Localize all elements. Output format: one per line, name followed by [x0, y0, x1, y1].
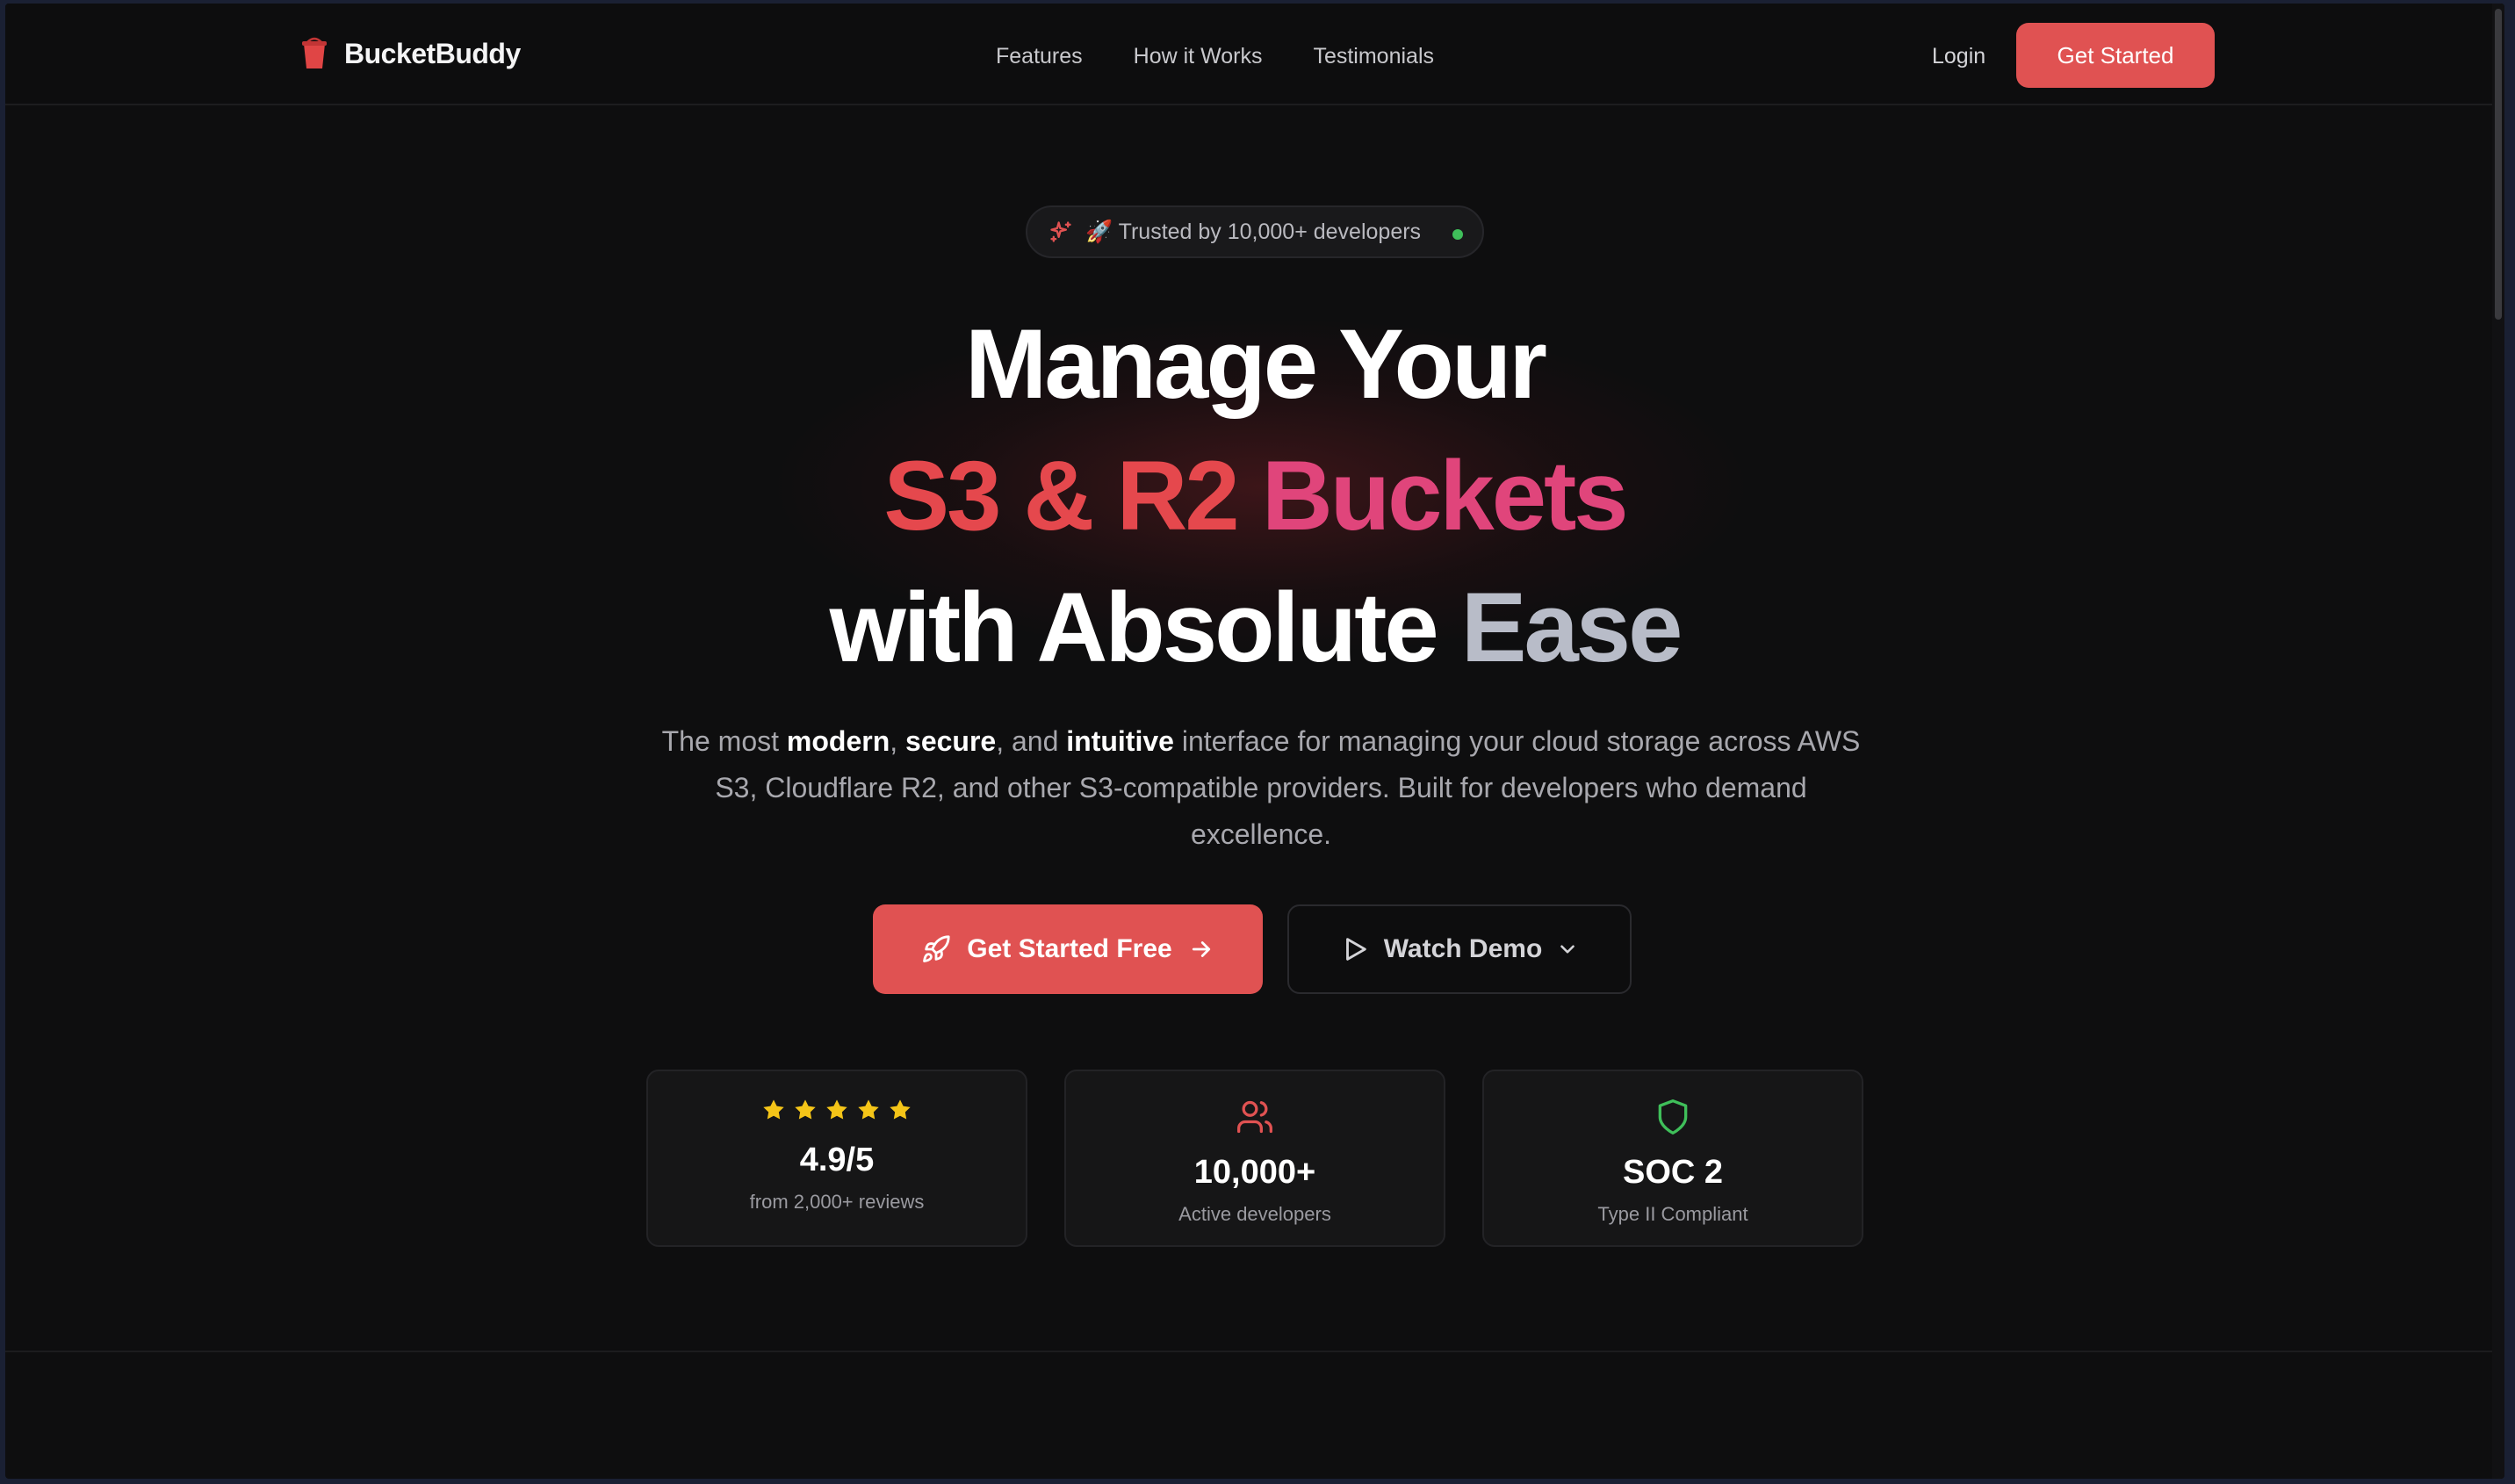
sparkles-icon — [1050, 221, 1071, 242]
stat-card-developers: 10,000+ Active developers — [1064, 1070, 1445, 1247]
star-icon — [890, 1099, 911, 1120]
hero-title-with-absolute: with Absolute — [829, 573, 1461, 682]
stat-label: Type II Compliant — [1597, 1203, 1748, 1225]
shield-icon — [1658, 1099, 1688, 1135]
get-started-button[interactable]: Get Started — [2016, 23, 2215, 88]
watch-demo-label: Watch Demo — [1383, 934, 1543, 963]
stat-icon-wrap — [1066, 1098, 1444, 1136]
stat-value: SOC 2 — [1622, 1154, 1724, 1191]
star-icon — [858, 1099, 879, 1120]
hero-title-line-2: S3 & R2 Buckets — [5, 439, 2504, 552]
stat-card-rating: 4.9/5 from 2,000+ reviews — [646, 1070, 1027, 1247]
trust-badge: 🚀 Trusted by 10,000+ developers — [1026, 205, 1484, 258]
subtitle-emphasis: secure — [905, 725, 997, 757]
page: BucketBuddy Features How it Works Testim… — [5, 4, 2504, 1479]
brand-name: BucketBuddy — [344, 37, 521, 69]
play-icon — [1345, 938, 1366, 961]
section-divider — [5, 1351, 2504, 1352]
brand[interactable]: BucketBuddy — [300, 37, 521, 70]
get-started-free-label: Get Started Free — [967, 934, 1172, 963]
star-icon — [763, 1099, 784, 1120]
nav-links: Features How it Works Testimonials — [996, 44, 1434, 69]
hero-title-buckets: Buckets — [1261, 441, 1629, 551]
stat-label: Active developers — [1178, 1203, 1331, 1225]
hero-title-s3-r2: S3 & R2 — [883, 441, 1262, 551]
subtitle-text: , — [890, 725, 906, 757]
rocket-icon — [923, 935, 950, 962]
rating-stars — [648, 1098, 1026, 1122]
scrollbar[interactable] — [2492, 4, 2504, 1479]
stat-value: 4.9/5 — [799, 1142, 875, 1178]
subtitle-text: The most — [661, 725, 787, 757]
users-icon — [1237, 1100, 1272, 1134]
bucket-logo-icon — [302, 37, 327, 68]
hero-title-line-1: Manage Your — [965, 309, 1547, 419]
nav-link-features[interactable]: Features — [996, 44, 1083, 69]
nav-link-testimonials[interactable]: Testimonials — [1313, 44, 1434, 69]
chevron-down-icon — [1560, 945, 1575, 954]
subtitle-text: , and — [996, 725, 1067, 757]
nav-link-how-it-works[interactable]: How it Works — [1134, 44, 1263, 69]
arrow-right-icon — [1192, 941, 1210, 957]
status-dot — [1452, 229, 1463, 240]
get-started-free-button[interactable]: Get Started Free — [873, 904, 1263, 994]
stat-card-compliance: SOC 2 Type II Compliant — [1482, 1070, 1863, 1247]
hero-subtitle: The most modern, secure, and intuitive i… — [646, 718, 1876, 858]
stat-value: 10,000+ — [1193, 1154, 1316, 1191]
star-icon — [795, 1099, 816, 1120]
stat-icon-wrap — [1484, 1098, 1862, 1136]
hero-title-line-3: with Absolute Ease — [5, 571, 2504, 684]
login-link[interactable]: Login — [1932, 44, 1985, 69]
badge-text: 🚀 Trusted by 10,000+ developers — [1085, 219, 1422, 244]
top-nav: BucketBuddy Features How it Works Testim… — [5, 4, 2504, 105]
watch-demo-button[interactable]: Watch Demo — [1287, 904, 1632, 994]
star-icon — [826, 1099, 847, 1120]
hero-title-ease: Ease — [1460, 573, 1683, 682]
scrollbar-thumb[interactable] — [2495, 9, 2502, 320]
subtitle-emphasis: modern — [786, 725, 890, 757]
subtitle-emphasis: intuitive — [1066, 725, 1174, 757]
stat-label: from 2,000+ reviews — [749, 1191, 925, 1213]
